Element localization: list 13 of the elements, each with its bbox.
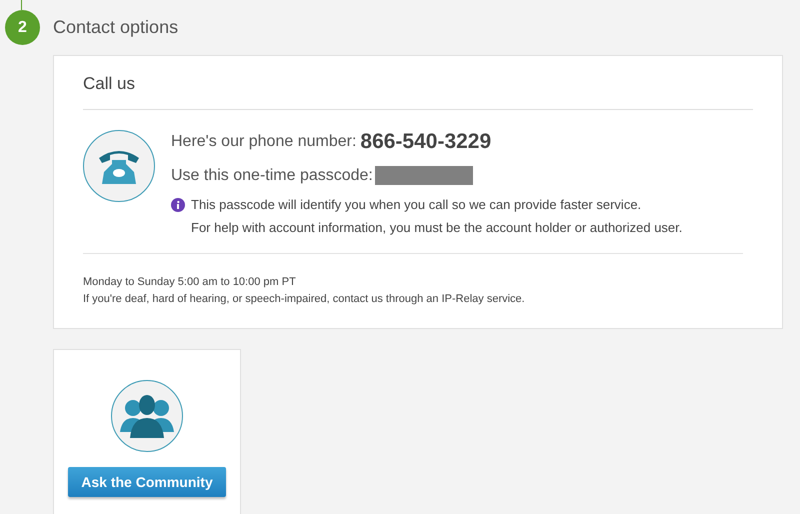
info-text: This passcode will identify you when you call so we can provide faster service. <box>191 196 642 214</box>
phone-number: 866-540-3229 <box>360 130 492 154</box>
ask-community-button[interactable]: Ask the Community <box>68 467 226 497</box>
info-icon <box>171 198 185 212</box>
card-title: Call us <box>83 74 753 110</box>
passcode-label: Use this one-time passcode: <box>171 166 373 184</box>
section-title: Contact options <box>53 17 178 38</box>
hours-text: Monday to Sunday 5:00 am to 10:00 pm PT <box>83 275 297 290</box>
info-text: For help with account information, you must be the account holder or authorized user. <box>191 219 682 237</box>
accessibility-text: If you're deaf, hard of hearing, or speech-impaired, contact us through an IP-Relay service. <box>83 292 526 307</box>
phone-label: Here's our phone number: <box>171 133 356 151</box>
people-icon <box>120 394 174 438</box>
step-number: 2 <box>5 10 40 45</box>
